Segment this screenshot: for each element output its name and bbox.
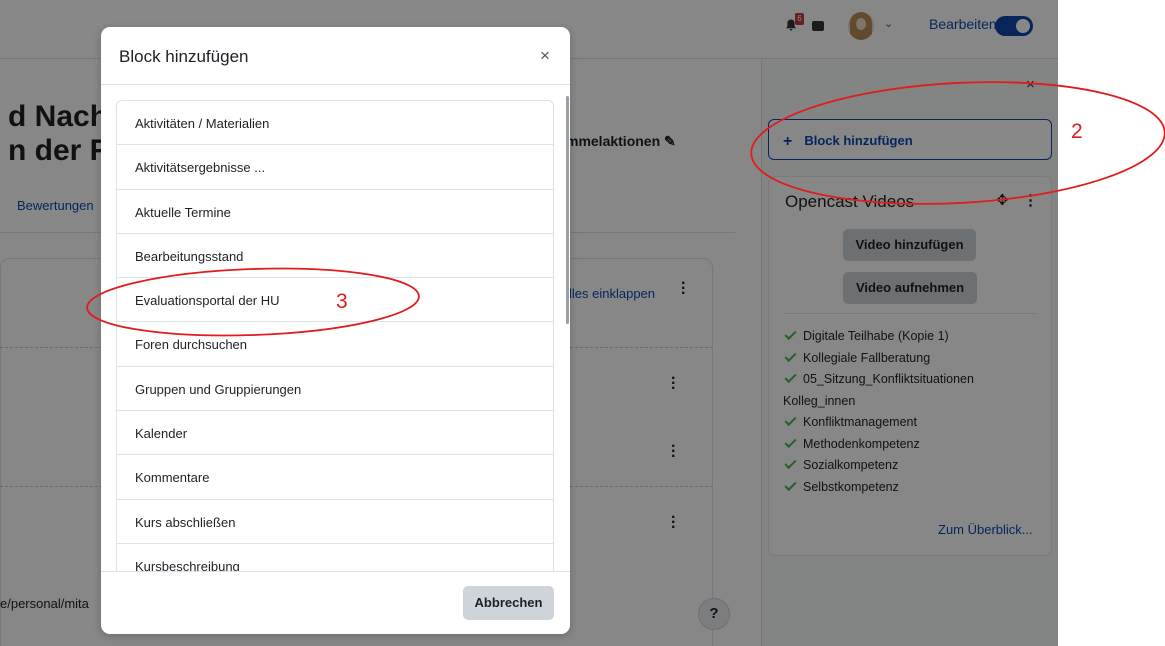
annotation-ellipse-evaluation-item <box>86 267 420 337</box>
annotation-layer <box>86 81 1165 337</box>
annotation-number: 3 <box>336 290 348 313</box>
annotation-ellipse-block-button <box>750 81 1165 205</box>
annotation-number: 2 <box>1071 120 1083 143</box>
